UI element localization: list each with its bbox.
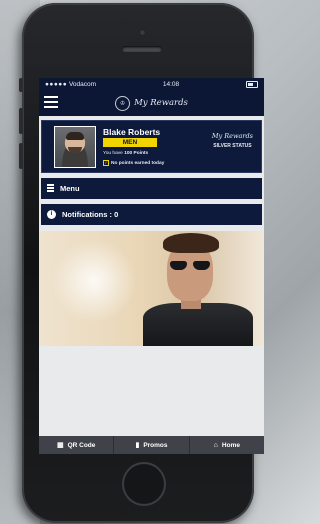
home-icon: ⌂ bbox=[213, 441, 218, 449]
avatar-hair bbox=[66, 132, 84, 140]
app-title: My Rewards bbox=[134, 98, 188, 108]
hamburger-menu-icon[interactable] bbox=[44, 96, 58, 108]
phone-frame: ●●●●● Vodacom 14:08 ♔ My Rewards Blake R… bbox=[19, 3, 264, 523]
status-bar: ●●●●● Vodacom 14:08 bbox=[39, 78, 264, 90]
notifications-label: Notifications : 0 bbox=[62, 210, 119, 219]
tab-home-label: Home bbox=[221, 441, 240, 449]
tab-promos[interactable]: ▮ Promos bbox=[114, 436, 190, 454]
banner-light bbox=[49, 241, 139, 321]
brand-label: My Rewards bbox=[211, 132, 253, 140]
earpiece-speaker bbox=[122, 46, 162, 52]
sunglasses-icon bbox=[170, 261, 212, 270]
menu-bar[interactable]: Menu bbox=[41, 178, 262, 199]
promo-banner-image bbox=[39, 231, 264, 346]
points-today-text: No points earned today bbox=[111, 160, 165, 166]
menu-icon bbox=[47, 184, 54, 193]
banner-hair bbox=[163, 233, 219, 253]
battery-icon bbox=[246, 80, 258, 88]
carrier-name: Vodacom bbox=[68, 80, 97, 88]
app-header: ♔ My Rewards bbox=[39, 90, 264, 116]
volume-down-button bbox=[19, 143, 23, 169]
front-camera bbox=[139, 29, 146, 36]
points-balance: You have 100 Points bbox=[103, 151, 148, 156]
tab-home[interactable]: ⌂ Home bbox=[190, 436, 264, 454]
qr-code-icon: ▦ bbox=[56, 442, 64, 449]
category-badge: MEN bbox=[103, 138, 157, 147]
volume-up-button bbox=[19, 108, 23, 134]
banner-jacket bbox=[143, 303, 253, 346]
membership-status: My Rewards SILVER STATUS bbox=[212, 132, 253, 149]
points-value: 100 Points bbox=[124, 151, 149, 156]
tab-promos-label: Promos bbox=[143, 441, 168, 449]
bottom-tab-bar: ▦ QR Code ▮ Promos ⌂ Home bbox=[39, 436, 264, 454]
avatar bbox=[54, 126, 96, 168]
tab-qr-code-label: QR Code bbox=[67, 441, 96, 449]
promo-bag-icon: ▮ bbox=[135, 442, 140, 449]
app-logo: ♔ My Rewards bbox=[115, 95, 188, 111]
home-button[interactable] bbox=[122, 462, 166, 506]
points-prefix: You have bbox=[103, 151, 123, 156]
carrier-info: ●●●●● Vodacom bbox=[45, 81, 96, 88]
checkbox-icon: ✓ bbox=[103, 160, 109, 166]
info-icon: i bbox=[47, 210, 56, 219]
status-label: SILVER STATUS bbox=[213, 143, 252, 149]
signal-icon: ●●●●● bbox=[45, 80, 68, 88]
avatar-beard bbox=[68, 147, 82, 154]
notifications-bar[interactable]: i Notifications : 0 bbox=[41, 204, 262, 225]
tab-qr-code[interactable]: ▦ QR Code bbox=[39, 436, 115, 454]
app-screen: ●●●●● Vodacom 14:08 ♔ My Rewards Blake R… bbox=[39, 78, 264, 454]
clock: 14:08 bbox=[162, 80, 180, 88]
profile-name: Blake Roberts bbox=[103, 127, 161, 137]
profile-card: Blake Roberts MEN You have 100 Points ✓ … bbox=[41, 120, 262, 173]
menu-label: Menu bbox=[60, 184, 80, 193]
points-today: ✓ No points earned today bbox=[103, 160, 164, 166]
crown-logo-icon: ♔ bbox=[115, 95, 131, 111]
mute-switch bbox=[19, 78, 23, 92]
